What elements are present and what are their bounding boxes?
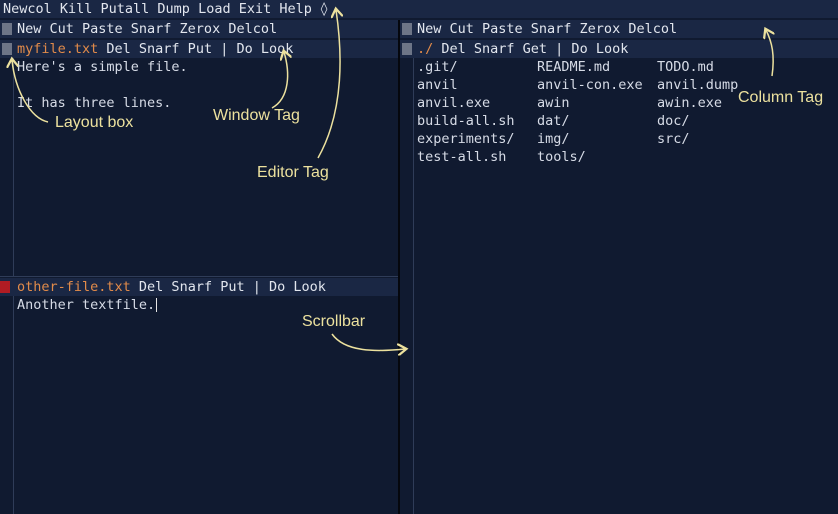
arrow-column-tag xyxy=(766,30,773,77)
arrow-editor-tag xyxy=(317,10,340,159)
arrow-window-tag xyxy=(271,52,288,109)
arrow-layout-box xyxy=(12,60,49,123)
arrow-scrollbar xyxy=(331,333,405,350)
annotation-editor-tag: Editor Tag xyxy=(257,164,329,181)
annotation-scrollbar: Scrollbar xyxy=(302,313,366,330)
annotation-arrows xyxy=(0,0,838,514)
annotation-layout-box: Layout box xyxy=(55,114,134,131)
annotation-column-tag: Column Tag xyxy=(738,89,824,106)
annotation-window-tag: Window Tag xyxy=(213,107,300,124)
